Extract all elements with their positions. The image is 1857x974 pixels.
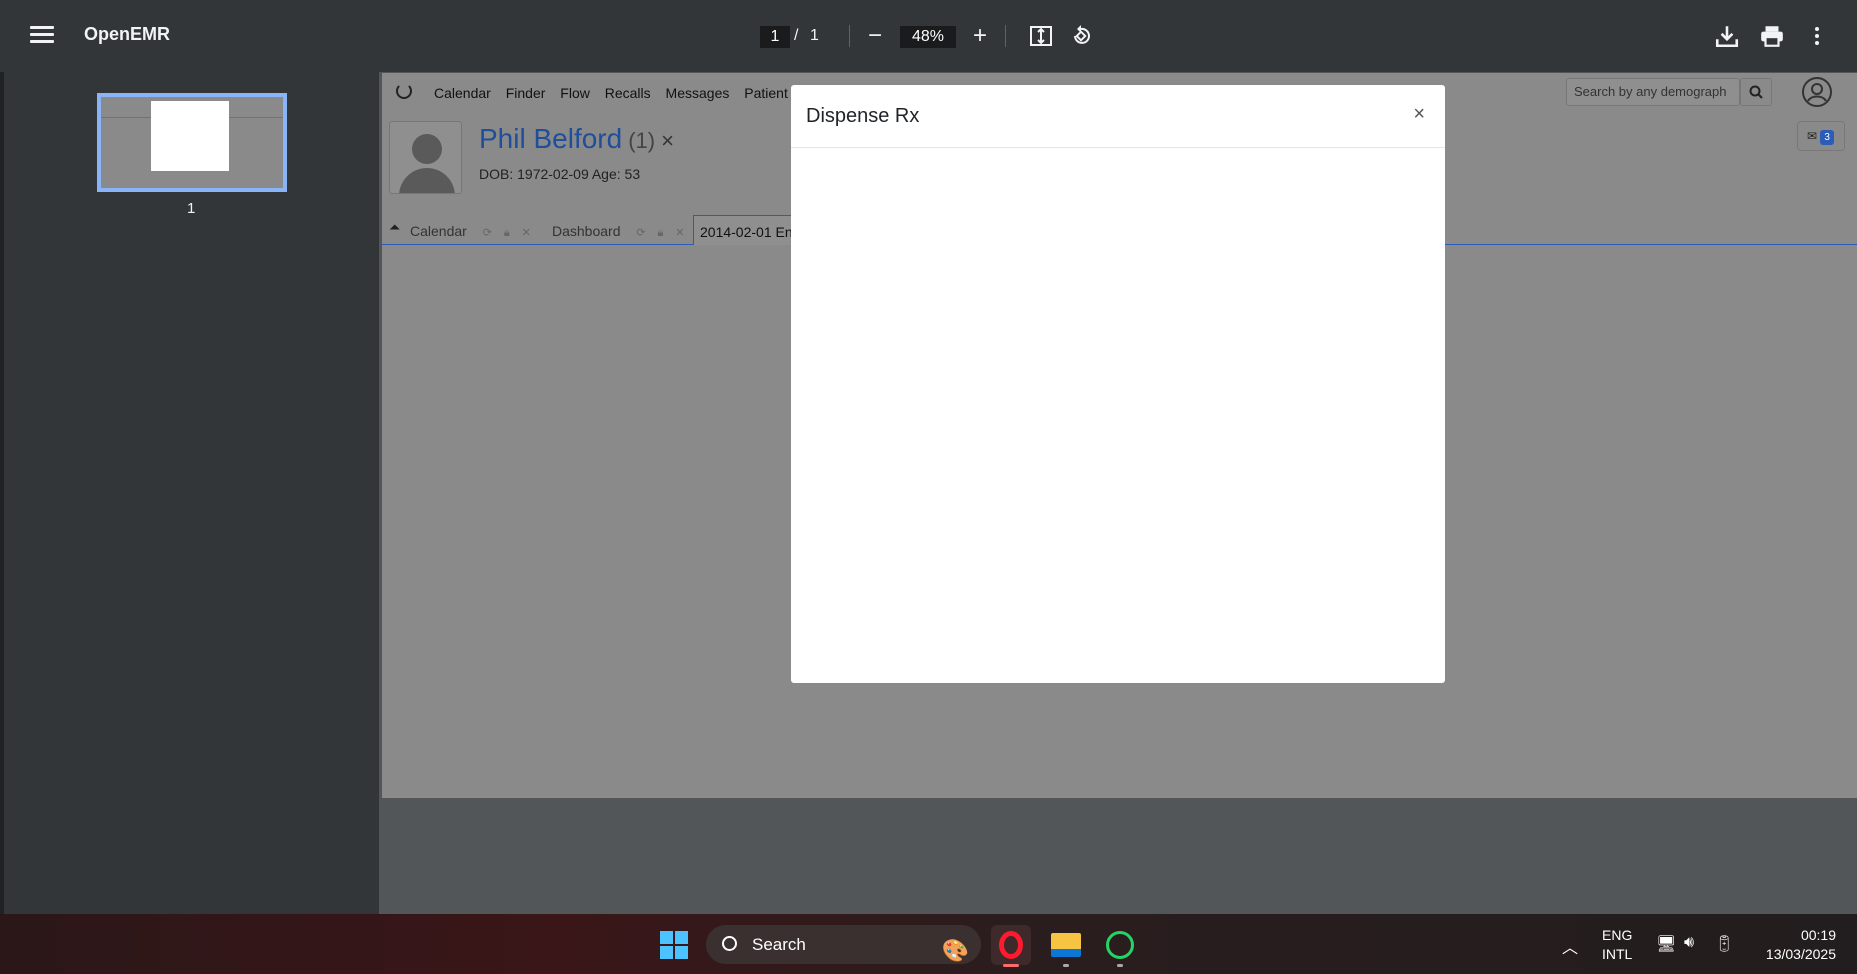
lock-icon[interactable]: 🔒︎ bbox=[504, 227, 510, 239]
nav-item-messages[interactable]: Messages bbox=[666, 85, 730, 101]
windows-taskbar: Search 🎨 ︿ ENG INTL 🖥︎ 🔊︎ 🔋︎ 00:19 13/03… bbox=[0, 914, 1857, 974]
system-clock[interactable]: 00:19 13/03/2025 bbox=[1756, 926, 1836, 964]
refresh-icon[interactable]: ⟳ bbox=[636, 227, 645, 239]
modal-title: Dispense Rx bbox=[806, 105, 920, 127]
zoom-input[interactable]: 48% bbox=[900, 26, 956, 48]
search-highlight-icon: 🎨 bbox=[941, 938, 969, 963]
lock-icon[interactable]: 🔒︎ bbox=[658, 227, 664, 239]
taskbar-search-label: Search bbox=[752, 935, 806, 954]
page-thumbnail[interactable] bbox=[97, 93, 287, 192]
envelope-icon: ✉ bbox=[1807, 129, 1818, 143]
refresh-icon[interactable]: ⟳ bbox=[483, 227, 492, 239]
chevron-up-icon[interactable]: ︿ bbox=[1562, 934, 1578, 958]
search-icon bbox=[722, 936, 737, 951]
patient-search-input[interactable]: Search by any demograph bbox=[1566, 78, 1740, 106]
close-icon[interactable]: ✕ bbox=[522, 227, 531, 239]
language-indicator[interactable]: ENG INTL bbox=[1602, 926, 1632, 964]
pdf-toolbar: OpenEMR 1 / 1 − 48% + bbox=[0, 0, 1857, 72]
clock-time: 00:19 bbox=[1800, 927, 1836, 943]
nav-item-recalls[interactable]: Recalls bbox=[605, 85, 651, 101]
opera-browser-icon[interactable] bbox=[991, 925, 1031, 967]
screen: OpenEMR 1 / 1 − 48% + 1 Calendar Finder … bbox=[0, 0, 1857, 974]
page-number-input[interactable]: 1 bbox=[760, 26, 790, 48]
rotate-icon[interactable] bbox=[1065, 20, 1097, 52]
tab-dashboard[interactable]: Dashboard ⟳ 🔒︎ ✕ bbox=[552, 223, 684, 240]
download-icon[interactable] bbox=[1711, 20, 1743, 52]
language-code: ENG bbox=[1602, 927, 1633, 943]
zoom-out-icon[interactable]: − bbox=[859, 20, 891, 52]
fit-page-icon[interactable] bbox=[1025, 20, 1057, 52]
patient-dob: DOB: 1972-02-09 Age: 53 bbox=[479, 166, 641, 182]
message-count-badge: 3 bbox=[1820, 130, 1834, 145]
page-total: 1 bbox=[810, 27, 819, 44]
menu-icon[interactable] bbox=[28, 22, 56, 50]
whatsapp-icon[interactable] bbox=[1100, 925, 1140, 967]
tab-calendar[interactable]: Calendar ⟳ 🔒︎ ✕ bbox=[410, 223, 531, 240]
thumbnail-sidebar: 1 bbox=[4, 72, 379, 914]
page-separator: / bbox=[794, 27, 799, 44]
refresh-icon[interactable] bbox=[396, 83, 412, 99]
nav-item-patient[interactable]: Patient bbox=[744, 85, 788, 101]
patient-id: (1) bbox=[628, 128, 656, 153]
patient-header: Phil Belford (1) × bbox=[479, 123, 674, 155]
tab-encounter[interactable]: 2014-02-01 En bbox=[693, 215, 793, 245]
taskbar-search[interactable]: Search 🎨 bbox=[706, 925, 981, 964]
print-icon[interactable] bbox=[1756, 20, 1788, 52]
modal-close-icon[interactable]: × bbox=[1413, 103, 1425, 126]
battery-icon[interactable]: 🔋︎ bbox=[1714, 934, 1734, 954]
patient-avatar bbox=[389, 121, 462, 194]
close-patient-icon[interactable]: × bbox=[661, 128, 674, 153]
zoom-in-icon[interactable]: + bbox=[964, 20, 996, 52]
toolbar-divider bbox=[1005, 25, 1006, 47]
close-icon[interactable]: ✕ bbox=[675, 227, 684, 239]
emr-nav-menu: Calendar Finder Flow Recalls Messages Pa… bbox=[434, 85, 830, 101]
thumbnail-label: 1 bbox=[187, 200, 196, 217]
nav-item-flow[interactable]: Flow bbox=[560, 85, 590, 101]
document-title: OpenEMR bbox=[84, 24, 171, 44]
thumbnail-modal-preview bbox=[151, 101, 229, 171]
file-explorer-icon[interactable] bbox=[1046, 925, 1086, 967]
patient-name[interactable]: Phil Belford bbox=[479, 123, 622, 154]
keyboard-layout: INTL bbox=[1602, 946, 1633, 962]
tab-label: Dashboard bbox=[552, 223, 621, 239]
nav-item-calendar[interactable]: Calendar bbox=[434, 85, 491, 101]
clock-date: 13/03/2025 bbox=[1765, 946, 1836, 962]
user-profile-icon[interactable] bbox=[1802, 77, 1832, 107]
more-vertical-icon[interactable] bbox=[1801, 20, 1833, 52]
tab-label: Calendar bbox=[410, 223, 467, 239]
windows-start-icon[interactable] bbox=[660, 931, 688, 959]
search-icon[interactable] bbox=[1740, 78, 1772, 106]
modal-header: Dispense Rx × bbox=[791, 85, 1445, 148]
collapse-caret-icon[interactable]: ⏶ bbox=[389, 219, 400, 236]
nav-item-finder[interactable]: Finder bbox=[506, 85, 546, 101]
volume-icon[interactable]: 🔊︎ bbox=[1684, 934, 1694, 952]
messages-button[interactable]: ✉ 3 bbox=[1797, 121, 1845, 151]
dispense-rx-modal: Dispense Rx × bbox=[791, 85, 1445, 683]
toolbar-divider bbox=[849, 25, 850, 47]
network-icon[interactable]: 🖥︎ bbox=[1656, 934, 1676, 954]
